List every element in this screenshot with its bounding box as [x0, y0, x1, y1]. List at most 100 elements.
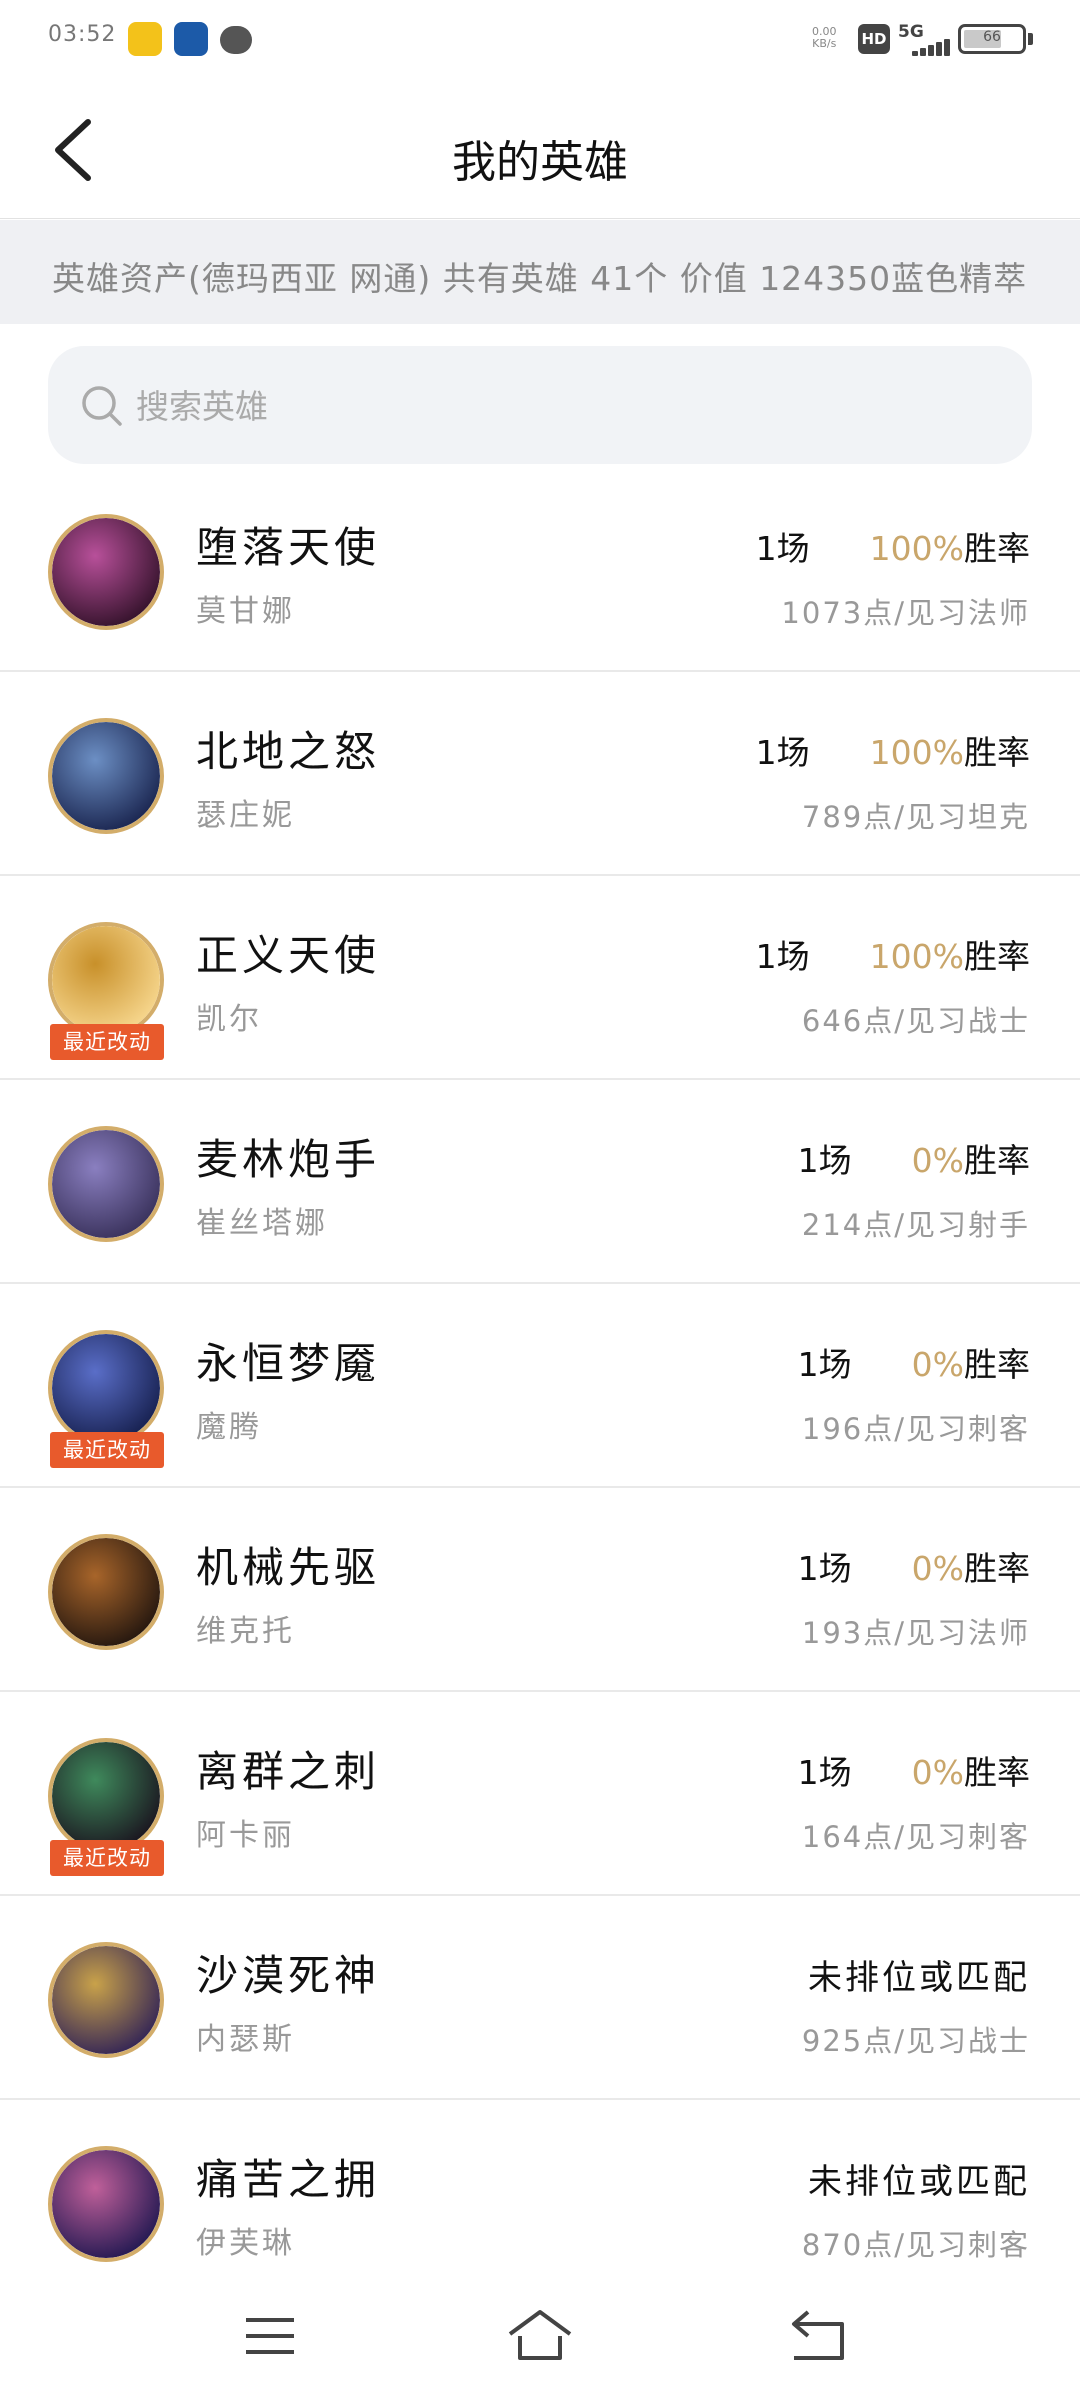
- battery-level: 66: [983, 29, 1001, 45]
- hero-name: 崔丝塔娜: [196, 1206, 328, 1241]
- hero-name: 内瑟斯: [196, 2022, 295, 2057]
- hero-points: 193点/见习法师: [801, 1616, 1030, 1650]
- unranked-status: 未排位或匹配: [808, 1958, 1030, 1998]
- hero-stats: 1场 0%胜率: [798, 1746, 1030, 1794]
- hero-list-item[interactable]: 最近改动 正义天使 凯尔 1场 100%胜率 646点/见习战士: [0, 876, 1080, 1080]
- hd-icon: HD: [858, 24, 890, 54]
- status-bar: 03:52 0.00 KB/s HD 5G 66: [0, 0, 1080, 80]
- win-rate-label: 胜率: [964, 1141, 1030, 1180]
- hero-title: 北地之怒: [196, 727, 381, 776]
- hero-list-item[interactable]: 北地之怒瑟庄妮 1场 100%胜率 789点/见习坦克: [0, 672, 1080, 876]
- hero-avatar: [48, 1738, 164, 1854]
- home-icon: [508, 2310, 572, 2360]
- hero-name: 凯尔: [196, 1002, 262, 1037]
- hero-list-item[interactable]: 沙漠死神内瑟斯 未排位或匹配 925点/见习战士: [0, 1896, 1080, 2100]
- hero-avatar: [48, 1126, 164, 1242]
- win-rate-label: 胜率: [964, 1345, 1030, 1384]
- hero-list-item[interactable]: 最近改动 永恒梦魇魔腾 1场 0%胜率 196点/见习刺客: [0, 1284, 1080, 1488]
- hero-avatar: [48, 718, 164, 834]
- hero-title: 正义天使: [196, 931, 381, 980]
- hero-stats: 1场 100%胜率: [756, 726, 1030, 774]
- hero-points: 196点/见习刺客: [801, 1412, 1030, 1446]
- hero-list-item[interactable]: 最近改动 离群之刺阿卡丽 1场 0%胜率 164点/见习刺客: [0, 1692, 1080, 1896]
- hero-stats: 1场 100%胜率: [756, 930, 1030, 978]
- summary-text: 英雄资产(德玛西亚 网通) 共有英雄 41个 价值 124350蓝色精萃: [52, 259, 1028, 298]
- win-rate-value: 0%: [911, 1753, 964, 1792]
- hero-name: 魔腾: [196, 1410, 262, 1445]
- hero-title: 离群之刺: [196, 1747, 381, 1796]
- header: 我的英雄: [0, 82, 1080, 219]
- win-rate-value: 100%: [869, 937, 964, 976]
- hero-points: 164点/见习刺客: [801, 1820, 1030, 1854]
- win-rate-label: 胜率: [964, 529, 1030, 568]
- hero-points: 214点/见习射手: [801, 1208, 1030, 1242]
- hero-title: 沙漠死神: [196, 1951, 381, 2000]
- hero-name: 维克托: [196, 1614, 295, 1649]
- hero-list-item[interactable]: 麦林炮手崔丝塔娜 1场 0%胜率 214点/见习射手: [0, 1080, 1080, 1284]
- win-rate-label: 胜率: [964, 1753, 1030, 1792]
- games-played: 1场: [797, 1753, 852, 1792]
- hero-name: 阿卡丽: [196, 1818, 295, 1853]
- message-icon: [220, 26, 252, 54]
- hero-title: 痛苦之拥: [196, 2155, 381, 2204]
- games-played: 1场: [755, 733, 810, 772]
- hero-avatar: [48, 514, 164, 630]
- hero-assets-summary: 英雄资产(德玛西亚 网通) 共有英雄 41个 价值 124350蓝色精萃: [0, 220, 1080, 324]
- hero-avatar: [48, 1330, 164, 1446]
- hero-list: 堕落天使 莫甘娜 1场 100%胜率 1073点/见习法师 北地之怒 瑟庄妮 1场 100%胜率…: [0, 468, 1080, 2304]
- games-played: 1场: [755, 937, 810, 976]
- hero-list-item[interactable]: 机械先驱维克托 1场 0%胜率 193点/见习法师: [0, 1488, 1080, 1692]
- search-bar[interactable]: [48, 346, 1032, 464]
- hero-avatar: [48, 1942, 164, 2058]
- hero-avatar: [48, 1534, 164, 1650]
- win-rate-value: 0%: [911, 1141, 964, 1180]
- hero-points: 925点/见习战士: [801, 2024, 1030, 2058]
- win-rate-label: 胜率: [964, 733, 1030, 772]
- hero-title: 机械先驱: [196, 1543, 381, 1592]
- page-title: 我的英雄: [452, 137, 628, 188]
- hero-name: 伊芙琳: [196, 2226, 295, 2261]
- hero-title: 永恒梦魇: [196, 1339, 381, 1388]
- hero-name: 莫甘娜: [196, 594, 295, 629]
- win-rate-value: 0%: [911, 1549, 964, 1588]
- back-arrow-icon: [792, 2310, 844, 2360]
- win-rate-value: 100%: [869, 733, 964, 772]
- games-played: 1场: [797, 1141, 852, 1180]
- games-played: 1场: [755, 529, 810, 568]
- win-rate-value: 0%: [911, 1345, 964, 1384]
- hero-title: 堕落天使: [196, 523, 381, 572]
- games-played: 1场: [797, 1345, 852, 1384]
- win-rate-value: 100%: [869, 529, 964, 568]
- hero-avatar: [48, 2146, 164, 2262]
- hero-stats: 1场 0%胜率: [798, 1134, 1030, 1182]
- hero-avatar: [48, 922, 164, 1038]
- recently-changed-badge: 最近改动: [50, 1840, 164, 1876]
- menu-icon: [246, 2318, 294, 2354]
- notification-app-icon: [128, 22, 162, 56]
- hero-name: 瑟庄妮: [196, 798, 295, 833]
- hero-points: 1073点/见习法师: [781, 596, 1030, 630]
- home-button[interactable]: [500, 2302, 580, 2372]
- hero-stats: 1场 0%胜率: [798, 1338, 1030, 1386]
- hero-points: 789点/见习坦克: [801, 800, 1030, 834]
- status-time: 03:52: [48, 22, 117, 47]
- menu-button[interactable]: [230, 2302, 310, 2372]
- hero-stats: 1场 0%胜率: [798, 1542, 1030, 1590]
- hero-points: 870点/见习刺客: [801, 2228, 1030, 2262]
- signal-icon: [912, 38, 950, 56]
- win-rate-label: 胜率: [964, 937, 1030, 976]
- win-rate-label: 胜率: [964, 1549, 1030, 1588]
- battery-icon: 66: [958, 24, 1026, 54]
- search-input[interactable]: [134, 366, 998, 446]
- hero-title: 麦林炮手: [196, 1135, 381, 1184]
- hero-stats: 1场 100%胜率: [756, 522, 1030, 570]
- notification-game-icon: [174, 22, 208, 56]
- system-nav-bar: [0, 2262, 1080, 2408]
- games-played: 1场: [797, 1549, 852, 1588]
- hero-list-item[interactable]: 堕落天使莫甘娜 1场 100%胜率 1073点/见习法师: [0, 468, 1080, 672]
- unranked-status: 未排位或匹配: [808, 2162, 1030, 2202]
- search-icon: [82, 386, 122, 426]
- recently-changed-badge: 最近改动: [50, 1432, 164, 1468]
- network-speed: 0.00 KB/s: [812, 25, 837, 50]
- back-nav-button[interactable]: [780, 2302, 860, 2372]
